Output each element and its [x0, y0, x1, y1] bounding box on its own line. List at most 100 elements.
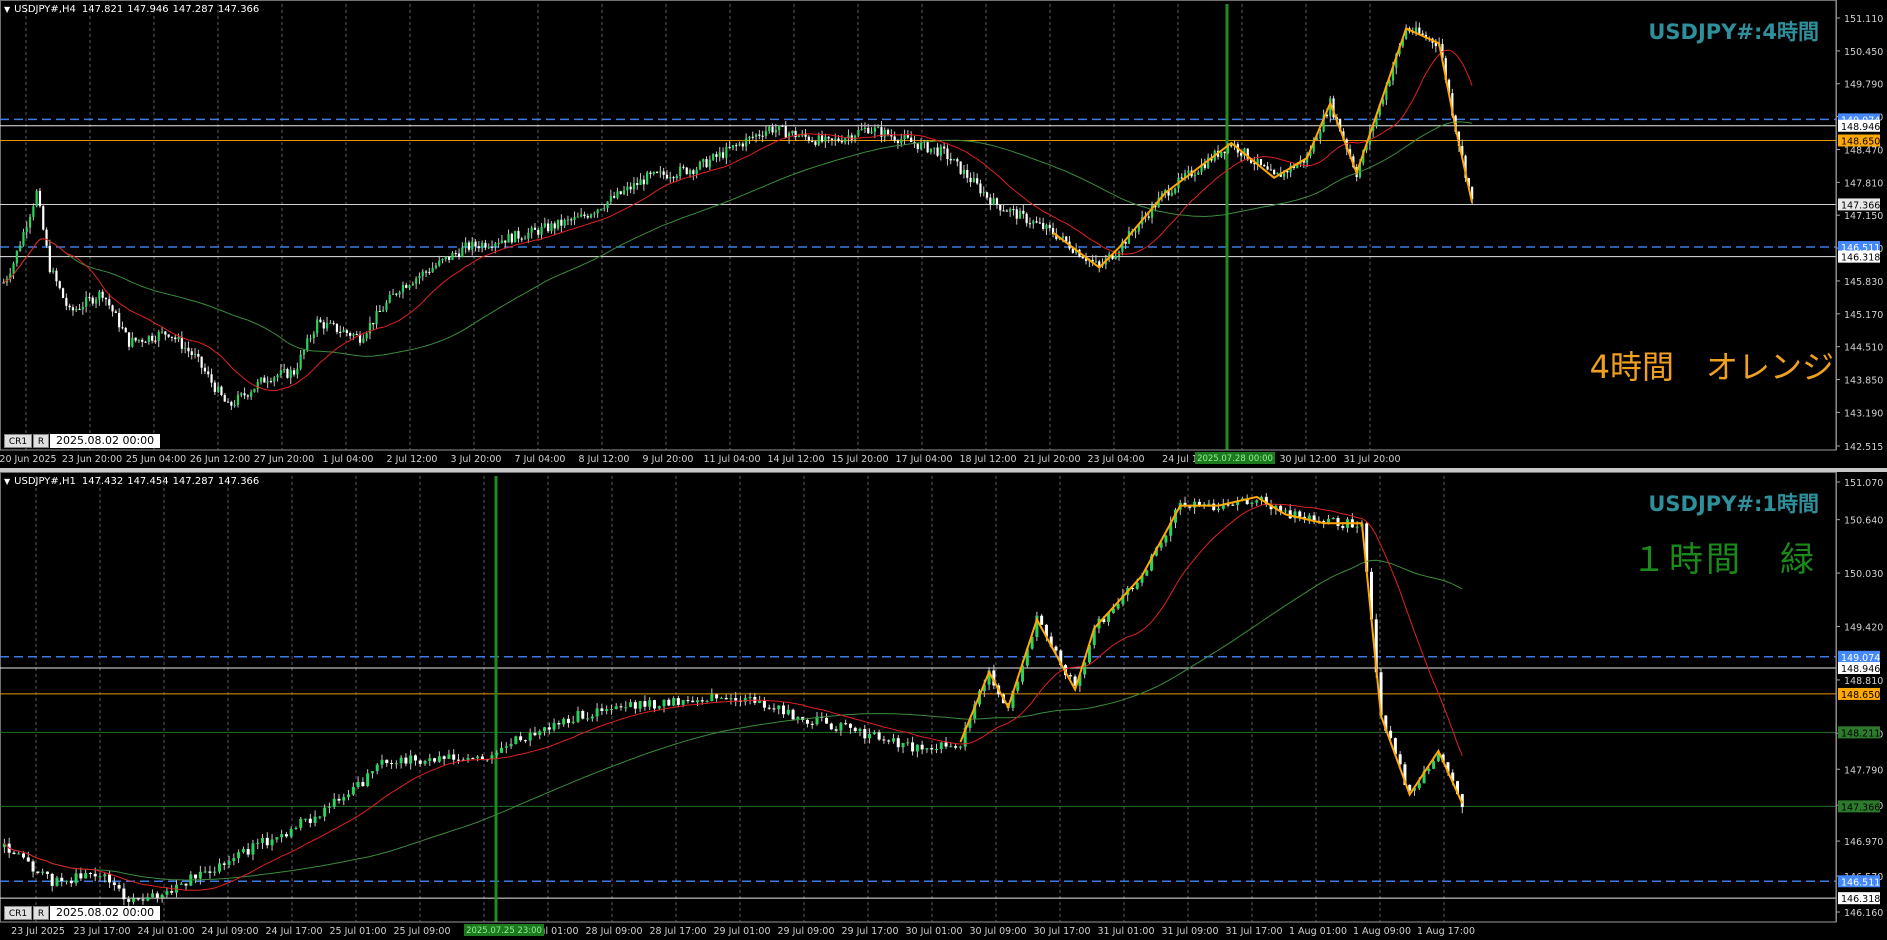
candle-body — [332, 322, 335, 324]
candle-body — [157, 332, 160, 341]
candle-body — [605, 709, 609, 711]
candle-body — [949, 158, 952, 161]
candle-body — [337, 798, 341, 801]
candle-body — [672, 177, 675, 179]
candle-body — [356, 782, 360, 787]
candle-body — [61, 288, 65, 298]
candle-body — [155, 893, 159, 898]
r-button[interactable]: R — [33, 434, 49, 448]
y-axis-tick-label: 142.515 — [1844, 442, 1883, 453]
candle-body — [256, 842, 260, 844]
candle-body — [160, 331, 164, 333]
candle-body — [276, 375, 279, 378]
candle-body — [523, 740, 527, 742]
candle-body — [929, 148, 933, 153]
candle-body — [164, 331, 167, 335]
candle-body — [273, 377, 276, 382]
candle-body — [349, 333, 352, 336]
candle-body — [533, 733, 537, 736]
candle-body — [873, 127, 876, 132]
candle-body — [1315, 138, 1319, 141]
candle-body — [1081, 256, 1084, 259]
candle-body — [197, 353, 200, 357]
h1-low: 147.287 — [172, 476, 214, 487]
price-label-text: 147.366 — [1841, 200, 1880, 211]
candle-body — [495, 752, 499, 756]
candle-body — [85, 297, 88, 307]
candle-body — [576, 710, 580, 722]
candle-body — [256, 381, 259, 389]
cr1-button[interactable]: CR1 — [4, 434, 32, 448]
x-axis-tick-label: 30 Jul 09:00 — [970, 926, 1027, 937]
candle-body — [734, 698, 738, 701]
candle-body — [867, 127, 870, 134]
candle-body — [226, 401, 230, 403]
candle-body — [339, 331, 342, 333]
x-axis-tick-label: 25 Jul 09:00 — [394, 926, 451, 937]
candle-body — [217, 386, 220, 392]
candle-body — [901, 743, 905, 748]
chart-pane-h4[interactable]: 20 Jun 2025 23 Jun 20:00 25 Jun 04:00 26 Ju… — [0, 0, 1887, 468]
candle-body — [398, 292, 401, 295]
candle-body — [853, 727, 857, 732]
candle-body — [1259, 159, 1263, 165]
candle-body — [533, 227, 537, 230]
candle-body — [850, 135, 853, 140]
candle-body — [12, 263, 15, 274]
r-button[interactable]: R — [33, 906, 49, 920]
candle-body — [632, 183, 636, 190]
candle-body — [421, 271, 424, 276]
plot-frame — [0, 472, 1837, 923]
candle-body — [289, 370, 292, 378]
candle-body — [275, 837, 279, 840]
candle-body — [270, 839, 274, 846]
candle-body — [860, 128, 863, 131]
candle-body — [1355, 526, 1359, 528]
chart-pane-h1[interactable]: 23 Jul 2025 23 Jul 17:00 24 Jul 01:00 24 Ju… — [0, 472, 1887, 940]
h4-header: ▼ USDJPY#,H4 147.821 147.946 147.287 147.366 — [4, 4, 263, 15]
candle-body — [279, 370, 282, 376]
y-axis-tick-label: 146.160 — [1844, 908, 1883, 919]
candle-body — [409, 755, 413, 764]
candle-body — [1276, 172, 1279, 175]
candle-body — [22, 231, 25, 246]
price-label-text: 148.946 — [1841, 122, 1880, 133]
candle-body — [217, 863, 221, 872]
candle-body — [1038, 222, 1041, 224]
candle-body — [41, 871, 45, 873]
candle-body — [31, 861, 35, 872]
candle-body — [629, 186, 632, 190]
candle-body — [692, 170, 695, 174]
candle-body — [679, 166, 682, 177]
candle-body — [327, 806, 331, 808]
h4-date-box: 2025.08.02 00:00 — [50, 434, 161, 448]
collapse-triangle-icon[interactable]: ▼ — [4, 5, 10, 14]
x-axis-tick-label: 23 Jul 04:00 — [1088, 454, 1145, 465]
candle-body — [79, 873, 83, 879]
candle-body — [599, 209, 603, 211]
h4-chart-canvas[interactable]: 20 Jun 2025 23 Jun 20:00 25 Jun 04:00 26 Ju… — [0, 0, 1887, 468]
candle-body — [1298, 511, 1302, 517]
candle-body — [643, 701, 647, 707]
candle-body — [550, 223, 553, 232]
candle-body — [401, 285, 405, 293]
candle-body — [263, 377, 266, 383]
y-axis-tick-label: 150.640 — [1844, 516, 1883, 527]
candle-body — [1022, 210, 1025, 214]
x-axis-tick-label: 18 Jul 12:00 — [960, 454, 1017, 465]
cr1-button[interactable]: CR1 — [4, 906, 32, 920]
h1-chart-canvas[interactable]: 23 Jul 2025 23 Jul 17:00 24 Jul 01:00 24 Ju… — [0, 472, 1887, 940]
candle-body — [55, 270, 58, 282]
candle-body — [629, 702, 633, 708]
x-axis-tick-label: 31 Jul 17:00 — [1226, 926, 1283, 937]
candle-body — [609, 196, 612, 202]
plot-frame — [0, 0, 1837, 451]
candle-body — [26, 857, 30, 862]
x-axis-tick-label: 15 Jul 20:00 — [832, 454, 889, 465]
candle-body — [729, 698, 733, 700]
candle-body — [896, 738, 900, 748]
candle-body — [523, 238, 527, 240]
collapse-triangle-icon[interactable]: ▼ — [4, 477, 10, 486]
candle-body — [768, 126, 771, 131]
candle-body — [807, 136, 810, 141]
